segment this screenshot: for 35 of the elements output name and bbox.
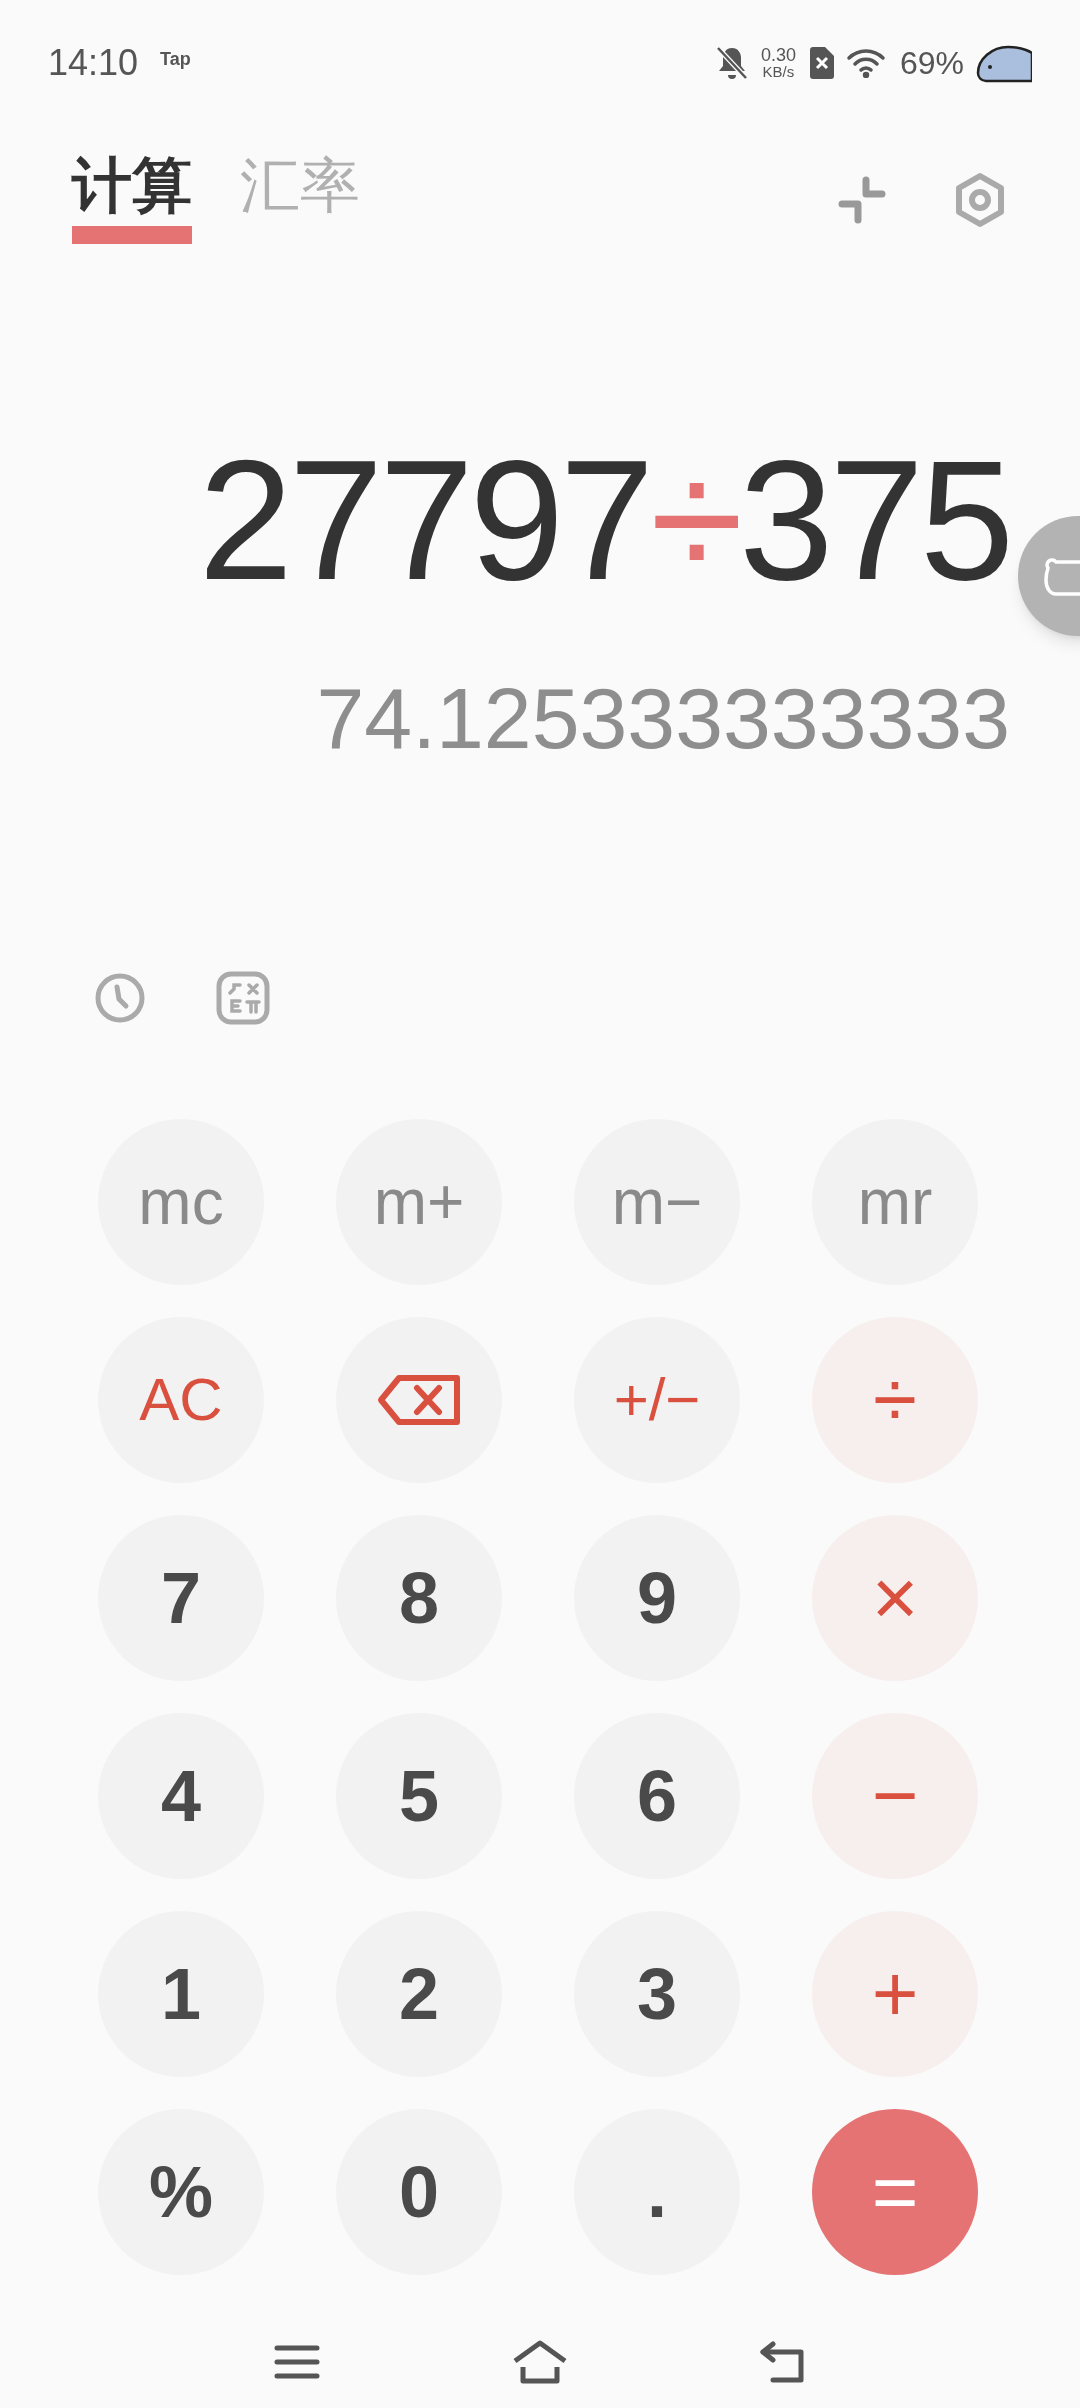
calculator-key[interactable]: . — [574, 2109, 740, 2275]
wifi-icon — [845, 47, 886, 78]
calculator-key[interactable]: + — [812, 1911, 978, 2077]
math-functions-icon — [216, 971, 270, 1025]
home-icon — [511, 2338, 569, 2385]
expression-display: 27797÷375 — [198, 435, 1010, 605]
history-clock-icon — [94, 972, 146, 1024]
calculator-key[interactable]: 6 — [574, 1713, 740, 1879]
calculator-key[interactable]: ÷ — [812, 1317, 978, 1483]
back-icon — [759, 2339, 807, 2384]
calculator-key[interactable]: 5 — [336, 1713, 502, 1879]
network-speed-unit: KB/s — [762, 64, 795, 79]
calculator-key[interactable]: − — [812, 1713, 978, 1879]
tab[interactable]: 计算 — [72, 156, 192, 244]
calculator-key[interactable]: 0 — [336, 2109, 502, 2275]
result-display: 74.125333333333 — [316, 675, 1010, 761]
calculator-key[interactable]: % — [98, 2109, 264, 2275]
calculator-key[interactable]: 3 — [574, 1911, 740, 2077]
calculator-key[interactable]: +/− — [574, 1317, 740, 1483]
battery-percent: 69% — [899, 43, 964, 83]
calculator-key[interactable]: 7 — [98, 1515, 264, 1681]
calculator-key[interactable]: 8 — [336, 1515, 502, 1681]
calculator-key[interactable]: 1 — [98, 1911, 264, 2077]
calculator-key[interactable]: AC — [98, 1317, 264, 1483]
calculator-key[interactable]: 2 — [336, 1911, 502, 2077]
calculator-key[interactable]: 9 — [574, 1515, 740, 1681]
collapse-icon — [836, 174, 888, 226]
calculator-key[interactable]: 4 — [98, 1713, 264, 1879]
calculator-key[interactable]: × — [812, 1515, 978, 1681]
network-speed-value: 0.30 — [760, 46, 796, 64]
sim-card-icon — [809, 46, 834, 79]
status-note: Tap — [160, 48, 191, 71]
status-time: 14:10 — [48, 40, 139, 85]
backspace-icon — [377, 1374, 461, 1426]
bell-off-icon — [714, 44, 749, 81]
